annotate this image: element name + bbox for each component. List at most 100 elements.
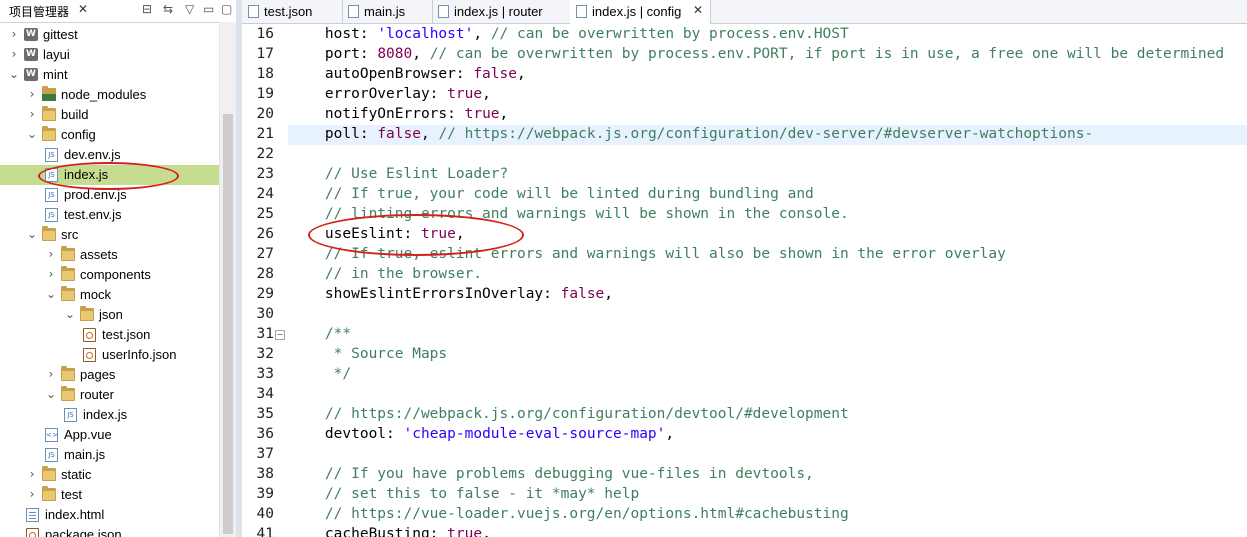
code-token: /** bbox=[290, 326, 352, 342]
tree-item[interactable]: <> App.vue bbox=[0, 425, 219, 445]
code-token: , bbox=[482, 86, 491, 102]
chevron-right-icon[interactable]: › bbox=[45, 367, 57, 381]
chevron-right-icon[interactable]: › bbox=[26, 107, 38, 121]
editor-tab-label: index.js | config bbox=[592, 4, 682, 19]
code-token: false bbox=[473, 66, 517, 82]
code-editor[interactable]: 16 17 18 19 20 21 22 23 24 25 26 27 28 29 30 31 32 33 34 35… bbox=[242, 24, 1247, 537]
code-token: 'cheap-module-eval-source-map' bbox=[403, 426, 666, 442]
js-file-icon: JS bbox=[45, 448, 58, 462]
folder-icon bbox=[42, 466, 56, 481]
close-tab-icon[interactable]: ✕ bbox=[693, 3, 703, 17]
code-line[interactable]: port: 8080, // can be overwritten by pro… bbox=[290, 46, 1224, 62]
tree-item[interactable]: test.json bbox=[0, 325, 219, 345]
code-line[interactable]: // https://vue-loader.vuejs.org/en/optio… bbox=[290, 506, 849, 522]
tree-item[interactable]: ⌄ config bbox=[0, 125, 219, 145]
tree-item[interactable]: ⌄ mock bbox=[0, 285, 219, 305]
tree-item-label: src bbox=[61, 227, 79, 242]
code-line[interactable]: // If you have problems debugging vue-fi… bbox=[290, 466, 814, 482]
code-line[interactable]: // If true, your code will be linted dur… bbox=[290, 186, 814, 202]
view-menu-chevron-down-icon[interactable]: ▽ bbox=[185, 2, 194, 16]
code-line[interactable]: */ bbox=[290, 366, 351, 382]
editor-tab[interactable]: main.js bbox=[342, 0, 433, 23]
tree-item[interactable]: › build bbox=[0, 105, 219, 125]
tree-item[interactable]: JS index.js bbox=[0, 405, 219, 425]
code-line[interactable]: cacheBusting: true, bbox=[290, 526, 491, 537]
chevron-right-icon[interactable]: › bbox=[26, 487, 38, 501]
explorer-scrollbar-thumb[interactable] bbox=[223, 114, 233, 534]
chevron-right-icon[interactable]: › bbox=[45, 267, 57, 281]
line-number: 23 bbox=[256, 166, 274, 182]
editor-tab-label: test.json bbox=[264, 4, 313, 19]
code-line[interactable]: devtool: 'cheap-module-eval-source-map', bbox=[290, 426, 674, 442]
chevron-down-icon[interactable]: ⌄ bbox=[26, 227, 38, 241]
tree-item[interactable]: JS test.env.js bbox=[0, 205, 219, 225]
tree-item[interactable]: index.html bbox=[0, 505, 219, 525]
code-token: * Source Maps bbox=[290, 346, 448, 362]
chevron-down-icon[interactable]: ⌄ bbox=[45, 287, 57, 301]
close-icon[interactable]: ✕ bbox=[78, 2, 88, 16]
code-token: false bbox=[560, 286, 605, 302]
code-line[interactable]: /** bbox=[290, 326, 351, 342]
editor-tab[interactable]: test.json bbox=[242, 0, 343, 23]
editor-tab[interactable]: index.js | config ✕ bbox=[570, 0, 711, 24]
explorer-scrollbar[interactable] bbox=[219, 22, 236, 537]
tree-item[interactable]: › components bbox=[0, 265, 219, 285]
fold-toggle-icon[interactable]: − bbox=[275, 330, 285, 340]
tree-item[interactable]: package.json bbox=[0, 525, 219, 537]
tree-item[interactable]: ⌄ Wmint bbox=[0, 65, 219, 85]
link-with-editor-icon[interactable]: ⇆ bbox=[163, 2, 173, 16]
tree-item[interactable]: ⌄ src bbox=[0, 225, 219, 245]
code-line[interactable]: poll: false, // https://webpack.js.org/c… bbox=[290, 126, 1093, 142]
tree-item[interactable]: › Wgittest bbox=[0, 25, 219, 45]
code-line[interactable]: // in the browser. bbox=[290, 266, 482, 282]
tree-item[interactable]: › node_modules bbox=[0, 85, 219, 105]
tree-item[interactable]: ⌄ router bbox=[0, 385, 219, 405]
code-line[interactable]: notifyOnErrors: true, bbox=[290, 106, 508, 122]
line-number: 34 bbox=[256, 386, 274, 402]
js-file-icon bbox=[576, 5, 587, 18]
code-line[interactable]: errorOverlay: true, bbox=[290, 86, 491, 102]
tree-item-label: config bbox=[61, 127, 96, 142]
tree-item[interactable]: JS main.js bbox=[0, 445, 219, 465]
html-file-icon bbox=[26, 508, 39, 522]
collapse-all-icon[interactable]: ⊟ bbox=[142, 2, 152, 16]
chevron-right-icon[interactable]: › bbox=[45, 247, 57, 261]
tree-item[interactable]: › assets bbox=[0, 245, 219, 265]
chevron-down-icon[interactable]: ⌄ bbox=[45, 387, 57, 401]
line-number: 18 bbox=[256, 66, 274, 82]
code-token: 'localhost' bbox=[377, 26, 474, 42]
chevron-right-icon[interactable]: › bbox=[26, 467, 38, 481]
chevron-down-icon[interactable]: ⌄ bbox=[64, 307, 76, 321]
code-line[interactable]: host: 'localhost', // can be overwritten… bbox=[290, 26, 849, 42]
chevron-down-icon[interactable]: ⌄ bbox=[26, 127, 38, 141]
tree-item[interactable]: userInfo.json bbox=[0, 345, 219, 365]
tree-item[interactable]: › static bbox=[0, 465, 219, 485]
tree-item[interactable]: › test bbox=[0, 485, 219, 505]
line-number: 29 bbox=[256, 286, 274, 302]
code-line[interactable]: autoOpenBrowser: false, bbox=[290, 66, 526, 82]
line-number: 19 bbox=[256, 86, 274, 102]
code-line[interactable]: // Use Eslint Loader? bbox=[290, 166, 508, 182]
code-line[interactable]: // set this to false - it *may* help bbox=[290, 486, 639, 502]
line-number: 28 bbox=[256, 266, 274, 282]
tree-item-label: App.vue bbox=[64, 427, 112, 442]
chevron-right-icon[interactable]: › bbox=[26, 87, 38, 101]
code-line[interactable]: // https://webpack.js.org/configuration/… bbox=[290, 406, 849, 422]
js-file-icon: JS bbox=[45, 208, 58, 222]
tree-item[interactable]: ⌄ json bbox=[0, 305, 219, 325]
chevron-right-icon[interactable]: › bbox=[8, 47, 20, 61]
chevron-down-icon[interactable]: ⌄ bbox=[8, 67, 20, 81]
code-token: true bbox=[464, 106, 500, 122]
maximize-icon[interactable]: ▢ bbox=[221, 2, 232, 16]
minimize-icon[interactable]: ▭ bbox=[203, 2, 214, 16]
vue-file-icon: <> bbox=[45, 428, 58, 442]
code-line[interactable]: showEslintErrorsInOverlay: false, bbox=[290, 286, 613, 302]
tree-item[interactable]: › Wlayui bbox=[0, 45, 219, 65]
code-token: // https://vue-loader.vuejs.org/en/optio… bbox=[290, 506, 849, 522]
code-token: autoOpenBrowser: bbox=[290, 66, 474, 82]
code-token: // can be overwritten by process.env.HOS… bbox=[490, 26, 849, 42]
tree-item[interactable]: › pages bbox=[0, 365, 219, 385]
code-line[interactable]: * Source Maps bbox=[290, 346, 448, 362]
editor-tab[interactable]: index.js | router bbox=[432, 0, 571, 23]
chevron-right-icon[interactable]: › bbox=[8, 27, 20, 41]
